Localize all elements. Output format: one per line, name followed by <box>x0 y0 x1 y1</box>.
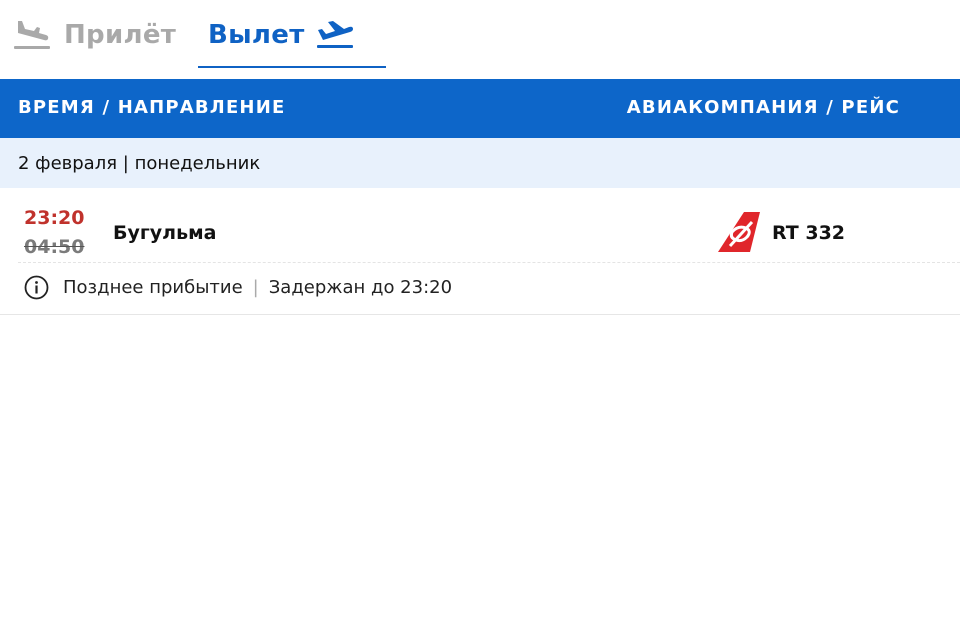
table-header: ВРЕМЯ / НАПРАВЛЕНИЕ АВИАКОМПАНИЯ / РЕЙС <box>0 79 960 138</box>
actual-time: 23:20 <box>24 207 85 229</box>
airline-logo-icon <box>718 212 760 252</box>
tab-arrival-label: Прилёт <box>64 20 177 50</box>
column-header-airline-flight: АВИАКОМПАНИЯ / РЕЙС <box>626 97 900 118</box>
plane-landing-icon <box>14 21 50 49</box>
flight-row[interactable]: 23:20 04:50 Бугульма RT 332 Позднее приб… <box>0 188 960 315</box>
active-tab-indicator <box>198 66 386 68</box>
weekday-label: понедельник <box>134 153 261 174</box>
status-delay: Задержан до 23:20 <box>268 276 453 298</box>
column-header-time-destination: ВРЕМЯ / НАПРАВЛЕНИЕ <box>18 97 286 118</box>
status-separator: | <box>252 276 259 298</box>
flight-number: RT 332 <box>772 222 846 244</box>
tab-arrival[interactable]: Прилёт <box>12 12 176 58</box>
row-divider <box>18 262 960 263</box>
plane-takeoff-icon <box>316 21 353 48</box>
date-label: 2 февраля <box>18 153 118 174</box>
info-icon[interactable] <box>24 275 49 300</box>
scheduled-time: 04:50 <box>24 236 85 258</box>
tab-departure[interactable]: Вылет <box>208 12 355 58</box>
status-note: Позднее прибытие <box>63 276 243 298</box>
destination-city: Бугульма <box>113 222 217 244</box>
tab-departure-label: Вылет <box>208 20 305 50</box>
flight-status: Позднее прибытие | Задержан до 23:20 <box>24 274 452 300</box>
date-separator: | <box>122 153 129 174</box>
flight-direction-tabs: Прилёт Вылет <box>0 0 960 70</box>
date-group-label: 2 февраля | понедельник <box>18 153 260 174</box>
date-group-row: 2 февраля | понедельник <box>0 138 960 188</box>
